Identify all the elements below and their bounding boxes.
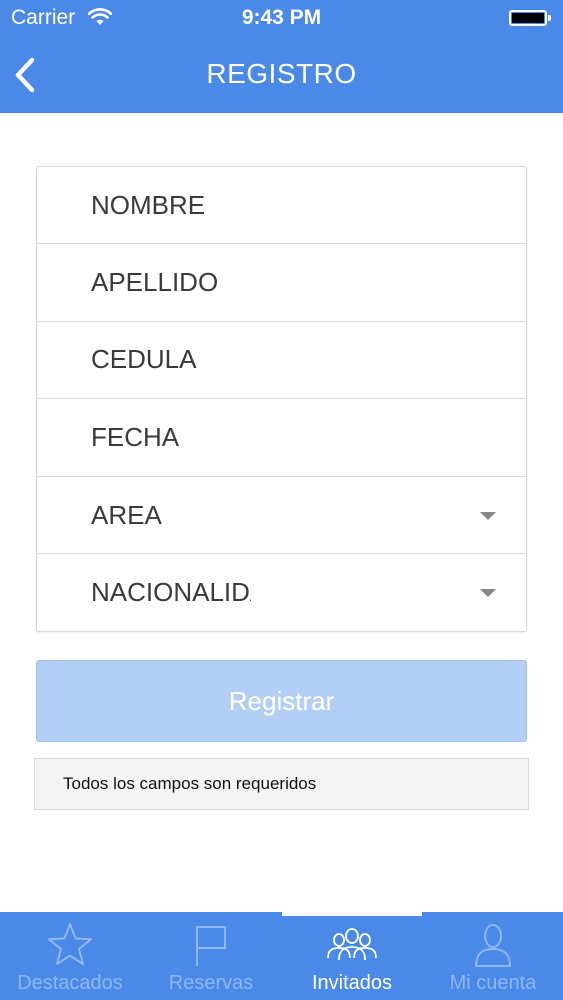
fecha-field-row <box>37 399 526 477</box>
nombre-field-row <box>37 167 526 245</box>
apellido-input[interactable] <box>37 244 526 321</box>
tab-label: Invitados <box>311 972 393 994</box>
tab-label: Destacados <box>17 972 123 994</box>
person-icon <box>423 922 563 968</box>
cedula-field-row <box>37 321 526 400</box>
status-time: 9:43 PM <box>241 6 322 29</box>
tab-invitados[interactable]: Invitados <box>282 912 422 1000</box>
register-button[interactable]: Registrar <box>36 660 527 742</box>
group-icon <box>282 922 422 968</box>
tab-bar: Destacados Reservas Invitados Mi cuenta <box>0 912 563 1000</box>
chevron-down-icon <box>480 511 496 520</box>
tab-mi-cuenta[interactable]: Mi cuenta <box>423 912 563 1000</box>
star-icon <box>0 922 140 968</box>
fecha-input[interactable] <box>37 399 526 476</box>
chevron-down-icon <box>480 588 496 597</box>
flag-icon <box>141 922 281 968</box>
nav-header: Carrier 9:43 PM REGISTRO <box>0 0 563 113</box>
battery-icon <box>509 10 547 26</box>
tab-label: Mi cuenta <box>449 972 537 994</box>
nacionalidad-select-value: NACIONALIDAD <box>91 576 251 607</box>
tab-label: Reservas <box>168 972 254 994</box>
nacionalidad-select[interactable]: NACIONALIDAD <box>37 554 526 631</box>
status-bar: Carrier 9:43 PM <box>0 0 563 38</box>
tab-destacados[interactable]: Destacados <box>0 912 140 1000</box>
area-select[interactable]: AREA <box>37 477 526 554</box>
apellido-field-row <box>37 244 526 322</box>
page-title: REGISTRO <box>206 58 357 89</box>
nombre-input[interactable] <box>37 167 526 244</box>
required-fields-note: Todos los campos son requeridos <box>34 758 529 810</box>
tab-reservas[interactable]: Reservas <box>141 912 281 1000</box>
area-select-value: AREA <box>91 499 162 530</box>
registration-form: AREA NACIONALIDAD <box>36 166 527 633</box>
battery-tip <box>548 15 551 21</box>
cedula-input[interactable] <box>37 321 526 399</box>
